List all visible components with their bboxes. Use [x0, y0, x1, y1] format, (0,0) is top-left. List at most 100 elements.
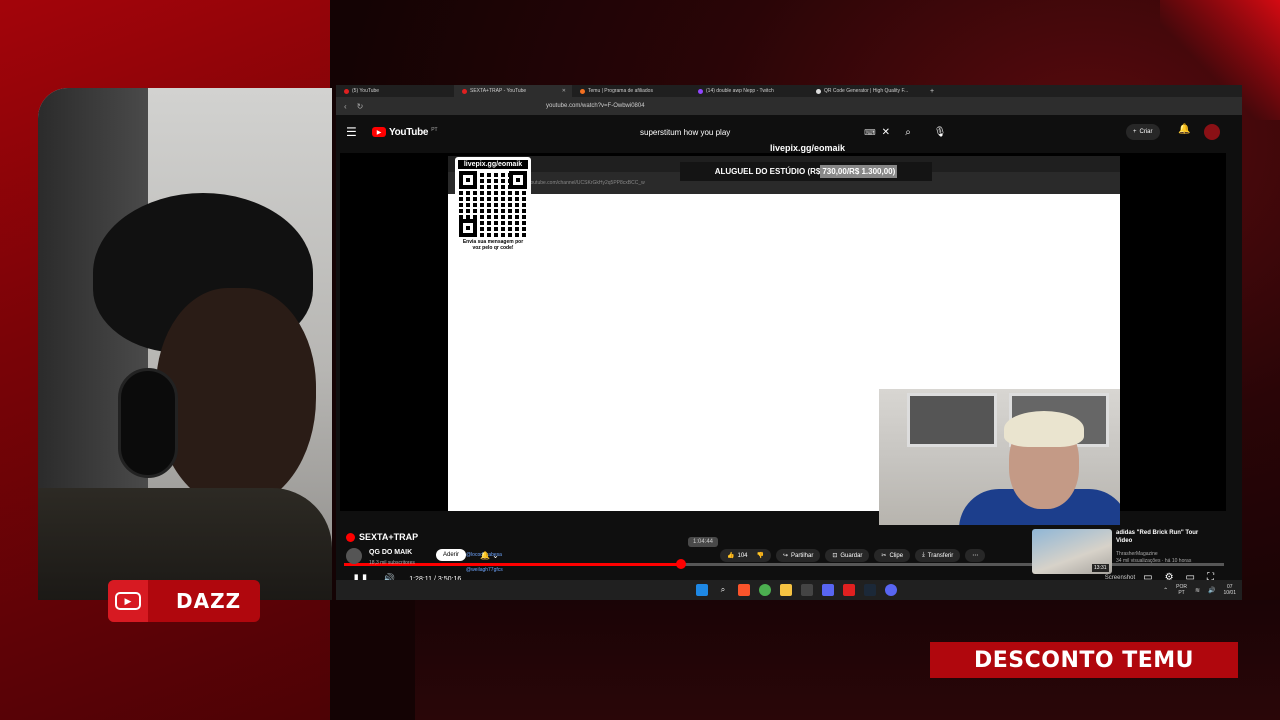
- tab-label: QR Code Generator | High Quality F...: [824, 88, 909, 94]
- join-button[interactable]: Aderir: [436, 549, 467, 561]
- save-button[interactable]: ⊡ Guardar: [825, 549, 870, 562]
- search-icon[interactable]: ⌕: [717, 584, 729, 596]
- recommended-views: 34 mil visualizações · há 10 horas: [1116, 558, 1192, 564]
- subscriber-count: 18,3 mil subscritores: [369, 560, 415, 566]
- url-field[interactable]: youtube.com/watch?v=F-Owbwi0804: [546, 103, 645, 109]
- like-count: 104: [737, 552, 748, 559]
- channel-avatar[interactable]: [346, 548, 362, 564]
- browser-tab-temu[interactable]: Temu | Programa de afiliados: [572, 85, 690, 97]
- livepix-label: livepix.gg/eomaik: [770, 143, 846, 153]
- qr-finder-pattern: [509, 171, 527, 189]
- youtube-logo-text: YouTube: [389, 126, 429, 138]
- search-query: superstitum how you play: [640, 127, 731, 137]
- browser-tab-twitch[interactable]: (14) double awp Nepp - Twitch: [690, 85, 808, 97]
- download-icon: ⤓: [922, 552, 925, 558]
- youtube-channel-badge: ▶ DAZZ: [108, 580, 260, 622]
- recommended-title[interactable]: adidas "Red Brick Run" Tour Video: [1116, 529, 1216, 545]
- thumbs-down-icon[interactable]: 👎: [757, 552, 764, 559]
- rent-goal-prefix: ALUGUEL DO ESTÚDIO (R$: [714, 167, 821, 176]
- create-button[interactable]: + Criar: [1126, 124, 1160, 140]
- more-actions-button[interactable]: ⋯: [965, 549, 986, 562]
- tab-label: (5) YouTube: [352, 88, 380, 94]
- taskbar-apps: ⌕: [696, 584, 897, 596]
- video-player[interactable]: youtube.com/channel/UCSKrGkHy2q5PP8cxBCC…: [340, 143, 1226, 585]
- region-code: PT: [1178, 590, 1185, 596]
- streamer-hair: [1004, 411, 1084, 447]
- youtube-icon: ▶: [108, 580, 148, 622]
- obs-icon[interactable]: [801, 584, 813, 596]
- avatar[interactable]: [1204, 124, 1220, 140]
- browser-tab-qr-generator[interactable]: QR Code Generator | High Quality F...: [808, 85, 926, 97]
- reload-icon[interactable]: ↻: [357, 102, 364, 111]
- recommended-meta: ThrasherMagazine 34 mil visualizações · …: [1116, 551, 1191, 565]
- qr-finder-pattern: [459, 171, 477, 189]
- youtube-logo[interactable]: ▶ YouTube PT: [372, 127, 438, 138]
- brave-browser-icon[interactable]: [738, 584, 750, 596]
- video-title-text: SEXTA+TRAP: [359, 532, 419, 542]
- search-icon[interactable]: ⌕: [898, 122, 918, 142]
- share-button[interactable]: ↪ Partilhar: [775, 549, 821, 562]
- keyboard-icon[interactable]: ⌨: [864, 128, 876, 137]
- live-indicator-icon: [346, 532, 355, 542]
- video-title: SEXTA+TRAP: [346, 532, 418, 542]
- browser-address-bar: ‹ ↻ youtube.com/watch?v=F-Owbwi0804: [336, 97, 1242, 115]
- promo-banner: DESCONTO TEMU: [930, 642, 1238, 678]
- volume-icon[interactable]: 🔊: [1208, 587, 1215, 594]
- language-indicator[interactable]: POR PT: [1176, 584, 1187, 596]
- youtube-icon: [462, 88, 467, 94]
- microphone-icon[interactable]: 🎙: [930, 122, 950, 142]
- download-button[interactable]: ⤓ Transferir: [915, 549, 961, 562]
- tab-label: (14) double awp Nepp - Twitch: [706, 88, 774, 94]
- back-icon[interactable]: ‹: [344, 102, 347, 111]
- clip-button[interactable]: ✂ Clipe: [874, 549, 911, 562]
- youtube-play-icon: ▶: [372, 127, 386, 137]
- qr-card-caption: Envia sua mensagem por voz pelo qr code!: [462, 239, 524, 251]
- thumbs-up-icon: 👍: [727, 553, 735, 559]
- search-input[interactable]: superstitum how you play ⌨ ✕: [630, 122, 900, 142]
- create-label: Criar: [1139, 129, 1153, 135]
- clear-search-icon[interactable]: ✕: [882, 127, 890, 138]
- tab-label: Temu | Programa de afiliados: [588, 88, 653, 94]
- youtube-icon[interactable]: [843, 584, 855, 596]
- windows-start-icon[interactable]: [696, 584, 708, 596]
- chevron-up-icon[interactable]: ⌃: [1163, 587, 1168, 594]
- file-explorer-icon[interactable]: [780, 584, 792, 596]
- hamburger-menu-icon[interactable]: ☰: [346, 125, 366, 139]
- browser-tab-youtube-home[interactable]: (5) YouTube: [336, 85, 454, 97]
- discord-app-icon[interactable]: [885, 584, 897, 596]
- browser-tab-sexta-trap[interactable]: SEXTA+TRAP - YouTube ✕: [454, 85, 572, 97]
- clock-date: 10/01: [1223, 590, 1236, 596]
- twitch-icon: [698, 88, 703, 94]
- steam-icon[interactable]: [864, 584, 876, 596]
- clock[interactable]: 07 10/01: [1223, 584, 1236, 596]
- qr-code-icon: [459, 171, 527, 237]
- notification-bell-icon[interactable]: 🔔 ⌄: [480, 551, 499, 560]
- qr-finder-pattern: [459, 219, 477, 237]
- close-tab-icon[interactable]: ✕: [562, 88, 566, 94]
- webcam-person-face: [156, 288, 316, 508]
- plus-icon: +: [1133, 129, 1137, 135]
- browser-window: (5) YouTube SEXTA+TRAP - YouTube ✕ Temu …: [336, 85, 1242, 600]
- recommended-video[interactable]: 13:31 adidas "Red Brick Run" Tour Video …: [1032, 529, 1222, 574]
- clip-label: Clipe: [889, 552, 904, 559]
- new-tab-icon[interactable]: +: [930, 88, 934, 95]
- chrome-icon[interactable]: [759, 584, 771, 596]
- save-label: Guardar: [840, 552, 863, 559]
- like-button[interactable]: 👍 104 👎: [720, 549, 771, 562]
- cam-background-window: [907, 393, 997, 447]
- webcam-headphones: [118, 368, 178, 478]
- channel-name[interactable]: QG DO MAIK: [369, 549, 412, 556]
- action-bar: 👍 104 👎 ↪ Partilhar ⊡ Guardar ✂ Clipe ⤓ …: [720, 549, 986, 562]
- temu-icon: [580, 88, 585, 94]
- browser-tab-bar: (5) YouTube SEXTA+TRAP - YouTube ✕ Temu …: [336, 85, 1242, 97]
- qr-card-title: livepix.gg/eomaik: [458, 160, 528, 169]
- notifications-bell-icon[interactable]: 🔔: [1178, 124, 1190, 135]
- qr-icon: [816, 88, 821, 94]
- scissors-icon: ✂: [881, 553, 887, 559]
- streamer-webcam: [879, 389, 1120, 525]
- bookmark-icon: ⊡: [832, 553, 838, 559]
- wifi-icon[interactable]: ≋: [1195, 587, 1200, 594]
- channel-badge-name: DAZZ: [176, 589, 242, 613]
- discord-icon[interactable]: [822, 584, 834, 596]
- qr-code-card: livepix.gg/eomaik Envia sua mensagem por…: [455, 157, 531, 257]
